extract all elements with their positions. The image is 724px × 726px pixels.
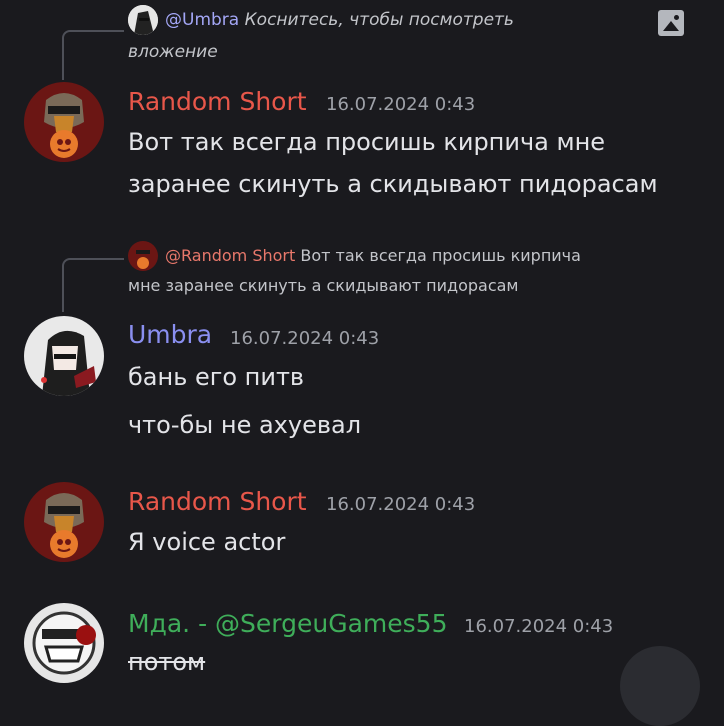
avatar-sergeu[interactable]	[24, 603, 104, 683]
timestamp: 16.07.2024 0:43	[464, 616, 614, 637]
author-name[interactable]: Random Short	[128, 487, 307, 516]
reply-avatar-umbra	[128, 5, 158, 35]
reply-connector	[62, 258, 124, 312]
reply-mention[interactable]: @Umbra	[165, 10, 239, 30]
reply-avatar-random-short	[128, 241, 158, 271]
scroll-to-bottom-button[interactable]	[620, 646, 700, 726]
image-icon[interactable]	[658, 10, 684, 36]
avatar-umbra[interactable]	[24, 316, 104, 396]
avatar-random-short[interactable]	[24, 482, 104, 562]
timestamp: 16.07.2024 0:43	[326, 494, 476, 515]
message-line: Я voice actor	[128, 528, 286, 556]
reply-mention[interactable]: @Random Short	[165, 246, 295, 265]
reply-text: Вот так всегда просишь кирпича	[300, 246, 581, 265]
timestamp: 16.07.2024 0:43	[326, 94, 476, 115]
reply-preview[interactable]: @Random Short Вот так всегда просишь кир…	[165, 242, 581, 270]
message-line: что-бы не ахуевал	[128, 411, 362, 439]
author-name[interactable]: Random Short	[128, 87, 307, 116]
message-line: бань его питв	[128, 363, 305, 391]
reply-text: Коснитесь, чтобы посмотреть	[244, 10, 514, 30]
reply-text-line2: мне заранее скинуть а скидывают пидораса…	[128, 276, 519, 295]
author-name[interactable]: Umbra	[128, 320, 212, 349]
message-line: потом	[128, 648, 206, 676]
avatar-random-short[interactable]	[24, 82, 104, 162]
message-line: заранее скинуть а скидывают пидорасам	[128, 170, 658, 198]
author-name[interactable]: Мда. - @SergeuGames55	[128, 609, 447, 638]
message-line: Вот так всегда просишь кирпича мне	[128, 128, 606, 156]
reply-preview[interactable]: @Umbra Коснитесь, чтобы посмотреть	[165, 6, 514, 34]
timestamp: 16.07.2024 0:43	[230, 328, 380, 349]
reply-connector	[62, 30, 124, 80]
reply-text-line2: вложение	[128, 42, 218, 62]
